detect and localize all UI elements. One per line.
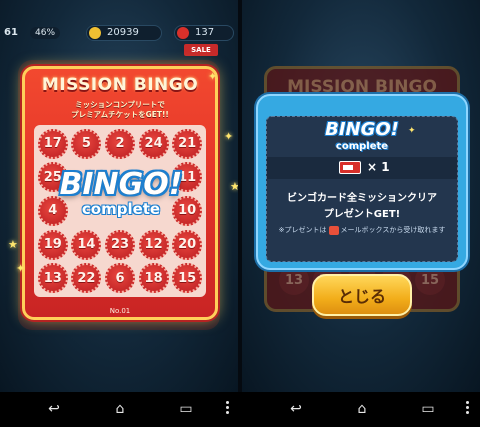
- bingo-cell: 6: [103, 261, 137, 295]
- ticket-counter[interactable]: 137: [174, 25, 234, 41]
- recent-apps-icon[interactable]: ▭: [420, 402, 436, 416]
- card-title: MISSION BINGO: [41, 75, 199, 95]
- bingo-cell: 2: [103, 127, 137, 161]
- number-badge: 17: [37, 128, 68, 159]
- card-subtitle-2: プレミアムチケットをGET!!: [71, 110, 169, 119]
- back-icon[interactable]: ↩: [46, 402, 62, 416]
- level-percent: 46%: [30, 27, 61, 39]
- premium-ticket-icon: [339, 161, 361, 174]
- number-badge: 13: [37, 263, 68, 294]
- bingo-text: BINGO!: [59, 167, 183, 202]
- number-badge: 15: [172, 263, 203, 294]
- number-badge: 2: [104, 128, 135, 159]
- bingo-cell: 17: [36, 127, 70, 161]
- note-prefix: ※プレゼントは: [278, 226, 327, 234]
- coin-value: 20939: [107, 27, 139, 38]
- status-bar: 61 46% 20939 137: [0, 22, 238, 44]
- dialog-complete-text: complete: [335, 141, 389, 152]
- bingo-complete-dialog: BINGO! complete × 1 ビンゴカード全ミッションクリア プレゼン…: [256, 94, 468, 270]
- sparkle-icon: ✦: [224, 130, 234, 143]
- bingo-cell: 24: [137, 127, 171, 161]
- sparkle-icon: ✦: [208, 70, 218, 83]
- bingo-cell: 22: [70, 261, 104, 295]
- sparkle-icon: ✦: [16, 262, 26, 275]
- sparkle-icon: ✦: [408, 126, 416, 136]
- home-icon[interactable]: ⌂: [354, 402, 370, 416]
- bingo-cell: 15: [170, 261, 204, 295]
- sparkle-icon: ★: [230, 180, 238, 193]
- right-screen: MISSION BINGO 132261815 BINGO! complete …: [242, 0, 480, 392]
- reward-message-1: ビンゴカード全ミッションクリア: [287, 193, 437, 204]
- reward-row: × 1: [267, 157, 457, 179]
- number-badge: 5: [71, 128, 102, 159]
- bingo-complete-banner: BINGO! complete: [54, 168, 188, 236]
- card-number: No.01: [109, 307, 131, 315]
- mail-icon: [328, 225, 339, 235]
- coin-counter[interactable]: 20939: [86, 25, 162, 41]
- number-badge: 24: [138, 128, 169, 159]
- bingo-cell: 18: [137, 261, 171, 295]
- close-button[interactable]: とじる: [312, 274, 412, 316]
- mailbox-note: ※プレゼントは メールボックスから受け取れます: [267, 225, 457, 235]
- sparkle-icon: ★: [8, 238, 18, 251]
- menu-dots-icon[interactable]: [466, 401, 470, 417]
- recent-apps-icon[interactable]: ▭: [178, 402, 194, 416]
- home-icon[interactable]: ⌂: [112, 402, 128, 416]
- number-badge: 6: [104, 263, 135, 294]
- menu-dots-icon[interactable]: [226, 401, 230, 417]
- bingo-cell: 21: [170, 127, 204, 161]
- ticket-icon: [177, 27, 189, 39]
- bingo-cell: 13: [36, 261, 70, 295]
- dialog-bingo-text: BINGO!: [325, 119, 399, 140]
- left-screen: 61 46% 20939 137 SALE MISSION BINGO ミッショ…: [0, 0, 238, 392]
- reward-message-2: プレゼントGET!: [323, 209, 401, 220]
- android-nav-bar: ↩ ⌂ ▭ ↩ ⌂ ▭: [0, 392, 480, 427]
- reward-count: × 1: [367, 160, 390, 174]
- level-number: 61: [4, 27, 18, 38]
- number-badge: 21: [172, 128, 203, 159]
- coin-icon: [89, 27, 101, 39]
- number-badge: 22: [71, 263, 102, 294]
- dialog-content: BINGO! complete × 1 ビンゴカード全ミッションクリア プレゼン…: [266, 116, 458, 262]
- sale-badge[interactable]: SALE: [184, 44, 218, 56]
- number-badge: 18: [138, 263, 169, 294]
- note-suffix: メールボックスから受け取れます: [340, 226, 446, 234]
- bingo-cell: 5: [70, 127, 104, 161]
- back-icon[interactable]: ↩: [288, 402, 304, 416]
- ticket-value: 137: [195, 27, 215, 38]
- complete-text: complete: [81, 200, 161, 218]
